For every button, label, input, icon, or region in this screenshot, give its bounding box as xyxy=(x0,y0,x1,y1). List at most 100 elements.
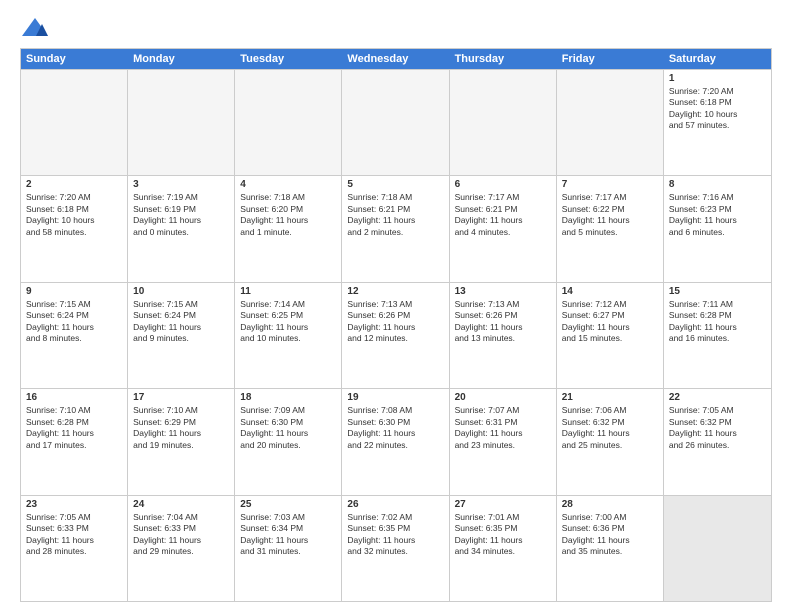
cell-info: Sunrise: 7:10 AM Sunset: 6:29 PM Dayligh… xyxy=(133,405,229,451)
calendar-row-1: 2 Sunrise: 7:20 AM Sunset: 6:18 PM Daylig… xyxy=(21,175,771,281)
day-number: 6 xyxy=(455,179,551,190)
cell-info: Sunrise: 7:07 AM Sunset: 6:31 PM Dayligh… xyxy=(455,405,551,451)
day-number: 22 xyxy=(669,392,766,403)
calendar-cell-17: 17Sunrise: 7:10 AM Sunset: 6:29 PM Dayli… xyxy=(128,389,235,494)
calendar-cell-8: 8 Sunrise: 7:16 AM Sunset: 6:23 PM Daylig… xyxy=(664,176,771,281)
day-number: 13 xyxy=(455,286,551,297)
cell-info: Sunrise: 7:10 AM Sunset: 6:28 PM Dayligh… xyxy=(26,405,122,451)
calendar-cell-12: 12 Sunrise: 7:13 AM Sunset: 6:26 PM Dayli… xyxy=(342,283,449,388)
cell-info: Sunrise: 7:15 AM Sunset: 6:24 PM Dayligh… xyxy=(26,299,122,345)
calendar-cell-21: 21 Sunrise: 7:06 AM Sunset: 6:32 PM Dayli… xyxy=(557,389,664,494)
calendar-cell-27: 27 Sunrise: 7:01 AM Sunset: 6:35 PM Dayli… xyxy=(450,496,557,601)
calendar-cell-9: 9 Sunrise: 7:15 AM Sunset: 6:24 PM Daylig… xyxy=(21,283,128,388)
calendar-cell-19: 19 Sunrise: 7:08 AM Sunset: 6:30 PM Dayli… xyxy=(342,389,449,494)
day-number: 8 xyxy=(669,179,766,190)
day-number: 12 xyxy=(347,286,443,297)
calendar-cell-7: 7 Sunrise: 7:17 AM Sunset: 6:22 PM Daylig… xyxy=(557,176,664,281)
cell-info: Sunrise: 7:08 AM Sunset: 6:30 PM Dayligh… xyxy=(347,405,443,451)
day-number: 23 xyxy=(26,499,122,510)
day-number: 14 xyxy=(562,286,658,297)
cell-info: Sunrise: 7:13 AM Sunset: 6:26 PM Dayligh… xyxy=(455,299,551,345)
calendar-row-4: 23 Sunrise: 7:05 AM Sunset: 6:33 PM Dayli… xyxy=(21,495,771,601)
weekday-header-thursday: Thursday xyxy=(450,49,557,69)
cell-info: Sunrise: 7:17 AM Sunset: 6:21 PM Dayligh… xyxy=(455,192,551,238)
calendar-cell-empty-0-3 xyxy=(342,70,449,175)
calendar-cell-empty-0-4 xyxy=(450,70,557,175)
weekday-header-wednesday: Wednesday xyxy=(342,49,449,69)
cell-info: Sunrise: 7:15 AM Sunset: 6:24 PM Dayligh… xyxy=(133,299,229,345)
calendar-cell-empty-0-0 xyxy=(21,70,128,175)
cell-info: Sunrise: 7:17 AM Sunset: 6:22 PM Dayligh… xyxy=(562,192,658,238)
calendar-cell-empty-0-5 xyxy=(557,70,664,175)
day-number: 24 xyxy=(133,499,229,510)
weekday-header-sunday: Sunday xyxy=(21,49,128,69)
day-number: 27 xyxy=(455,499,551,510)
calendar-cell-2: 2 Sunrise: 7:20 AM Sunset: 6:18 PM Daylig… xyxy=(21,176,128,281)
calendar-row-2: 9 Sunrise: 7:15 AM Sunset: 6:24 PM Daylig… xyxy=(21,282,771,388)
logo xyxy=(20,16,54,40)
calendar-cell-25: 25 Sunrise: 7:03 AM Sunset: 6:34 PM Dayli… xyxy=(235,496,342,601)
calendar-cell-empty-4-6 xyxy=(664,496,771,601)
day-number: 26 xyxy=(347,499,443,510)
cell-info: Sunrise: 7:13 AM Sunset: 6:26 PM Dayligh… xyxy=(347,299,443,345)
cell-info: Sunrise: 7:16 AM Sunset: 6:23 PM Dayligh… xyxy=(669,192,766,238)
calendar-row-3: 16 Sunrise: 7:10 AM Sunset: 6:28 PM Dayli… xyxy=(21,388,771,494)
day-number: 15 xyxy=(669,286,766,297)
page: SundayMondayTuesdayWednesdayThursdayFrid… xyxy=(0,0,792,612)
calendar-cell-11: 11Sunrise: 7:14 AM Sunset: 6:25 PM Dayli… xyxy=(235,283,342,388)
calendar-row-0: 1 Sunrise: 7:20 AM Sunset: 6:18 PM Daylig… xyxy=(21,69,771,175)
cell-info: Sunrise: 7:02 AM Sunset: 6:35 PM Dayligh… xyxy=(347,512,443,558)
cell-info: Sunrise: 7:05 AM Sunset: 6:33 PM Dayligh… xyxy=(26,512,122,558)
cell-info: Sunrise: 7:04 AM Sunset: 6:33 PM Dayligh… xyxy=(133,512,229,558)
calendar-cell-14: 14Sunrise: 7:12 AM Sunset: 6:27 PM Dayli… xyxy=(557,283,664,388)
cell-info: Sunrise: 7:18 AM Sunset: 6:20 PM Dayligh… xyxy=(240,192,336,238)
cell-info: Sunrise: 7:20 AM Sunset: 6:18 PM Dayligh… xyxy=(669,86,766,132)
calendar-cell-22: 22Sunrise: 7:05 AM Sunset: 6:32 PM Dayli… xyxy=(664,389,771,494)
day-number: 2 xyxy=(26,179,122,190)
day-number: 16 xyxy=(26,392,122,403)
day-number: 1 xyxy=(669,73,766,84)
cell-info: Sunrise: 7:14 AM Sunset: 6:25 PM Dayligh… xyxy=(240,299,336,345)
cell-info: Sunrise: 7:00 AM Sunset: 6:36 PM Dayligh… xyxy=(562,512,658,558)
calendar-cell-10: 10Sunrise: 7:15 AM Sunset: 6:24 PM Dayli… xyxy=(128,283,235,388)
cell-info: Sunrise: 7:01 AM Sunset: 6:35 PM Dayligh… xyxy=(455,512,551,558)
cell-info: Sunrise: 7:20 AM Sunset: 6:18 PM Dayligh… xyxy=(26,192,122,238)
calendar-cell-13: 13 Sunrise: 7:13 AM Sunset: 6:26 PM Dayli… xyxy=(450,283,557,388)
cell-info: Sunrise: 7:03 AM Sunset: 6:34 PM Dayligh… xyxy=(240,512,336,558)
weekday-header-monday: Monday xyxy=(128,49,235,69)
day-number: 18 xyxy=(240,392,336,403)
logo-icon xyxy=(20,16,50,40)
day-number: 19 xyxy=(347,392,443,403)
day-number: 5 xyxy=(347,179,443,190)
calendar-cell-1: 1 Sunrise: 7:20 AM Sunset: 6:18 PM Daylig… xyxy=(664,70,771,175)
cell-info: Sunrise: 7:06 AM Sunset: 6:32 PM Dayligh… xyxy=(562,405,658,451)
cell-info: Sunrise: 7:11 AM Sunset: 6:28 PM Dayligh… xyxy=(669,299,766,345)
calendar-cell-24: 24 Sunrise: 7:04 AM Sunset: 6:33 PM Dayli… xyxy=(128,496,235,601)
day-number: 9 xyxy=(26,286,122,297)
weekday-header-friday: Friday xyxy=(557,49,664,69)
calendar-cell-empty-0-1 xyxy=(128,70,235,175)
day-number: 28 xyxy=(562,499,658,510)
calendar-cell-6: 6 Sunrise: 7:17 AM Sunset: 6:21 PM Daylig… xyxy=(450,176,557,281)
day-number: 7 xyxy=(562,179,658,190)
calendar-cell-5: 5 Sunrise: 7:18 AM Sunset: 6:21 PM Daylig… xyxy=(342,176,449,281)
cell-info: Sunrise: 7:18 AM Sunset: 6:21 PM Dayligh… xyxy=(347,192,443,238)
day-number: 25 xyxy=(240,499,336,510)
calendar-cell-18: 18 Sunrise: 7:09 AM Sunset: 6:30 PM Dayli… xyxy=(235,389,342,494)
calendar-cell-15: 15 Sunrise: 7:11 AM Sunset: 6:28 PM Dayli… xyxy=(664,283,771,388)
cell-info: Sunrise: 7:09 AM Sunset: 6:30 PM Dayligh… xyxy=(240,405,336,451)
calendar-cell-20: 20Sunrise: 7:07 AM Sunset: 6:31 PM Dayli… xyxy=(450,389,557,494)
weekday-header-saturday: Saturday xyxy=(664,49,771,69)
calendar-body: 1 Sunrise: 7:20 AM Sunset: 6:18 PM Daylig… xyxy=(21,69,771,601)
calendar-cell-empty-0-2 xyxy=(235,70,342,175)
day-number: 21 xyxy=(562,392,658,403)
calendar-header: SundayMondayTuesdayWednesdayThursdayFrid… xyxy=(21,49,771,69)
calendar-cell-23: 23 Sunrise: 7:05 AM Sunset: 6:33 PM Dayli… xyxy=(21,496,128,601)
day-number: 4 xyxy=(240,179,336,190)
day-number: 3 xyxy=(133,179,229,190)
calendar-cell-26: 26 Sunrise: 7:02 AM Sunset: 6:35 PM Dayli… xyxy=(342,496,449,601)
calendar-cell-4: 4 Sunrise: 7:18 AM Sunset: 6:20 PM Daylig… xyxy=(235,176,342,281)
calendar-cell-16: 16 Sunrise: 7:10 AM Sunset: 6:28 PM Dayli… xyxy=(21,389,128,494)
calendar-cell-3: 3Sunrise: 7:19 AM Sunset: 6:19 PM Daylig… xyxy=(128,176,235,281)
weekday-header-tuesday: Tuesday xyxy=(235,49,342,69)
